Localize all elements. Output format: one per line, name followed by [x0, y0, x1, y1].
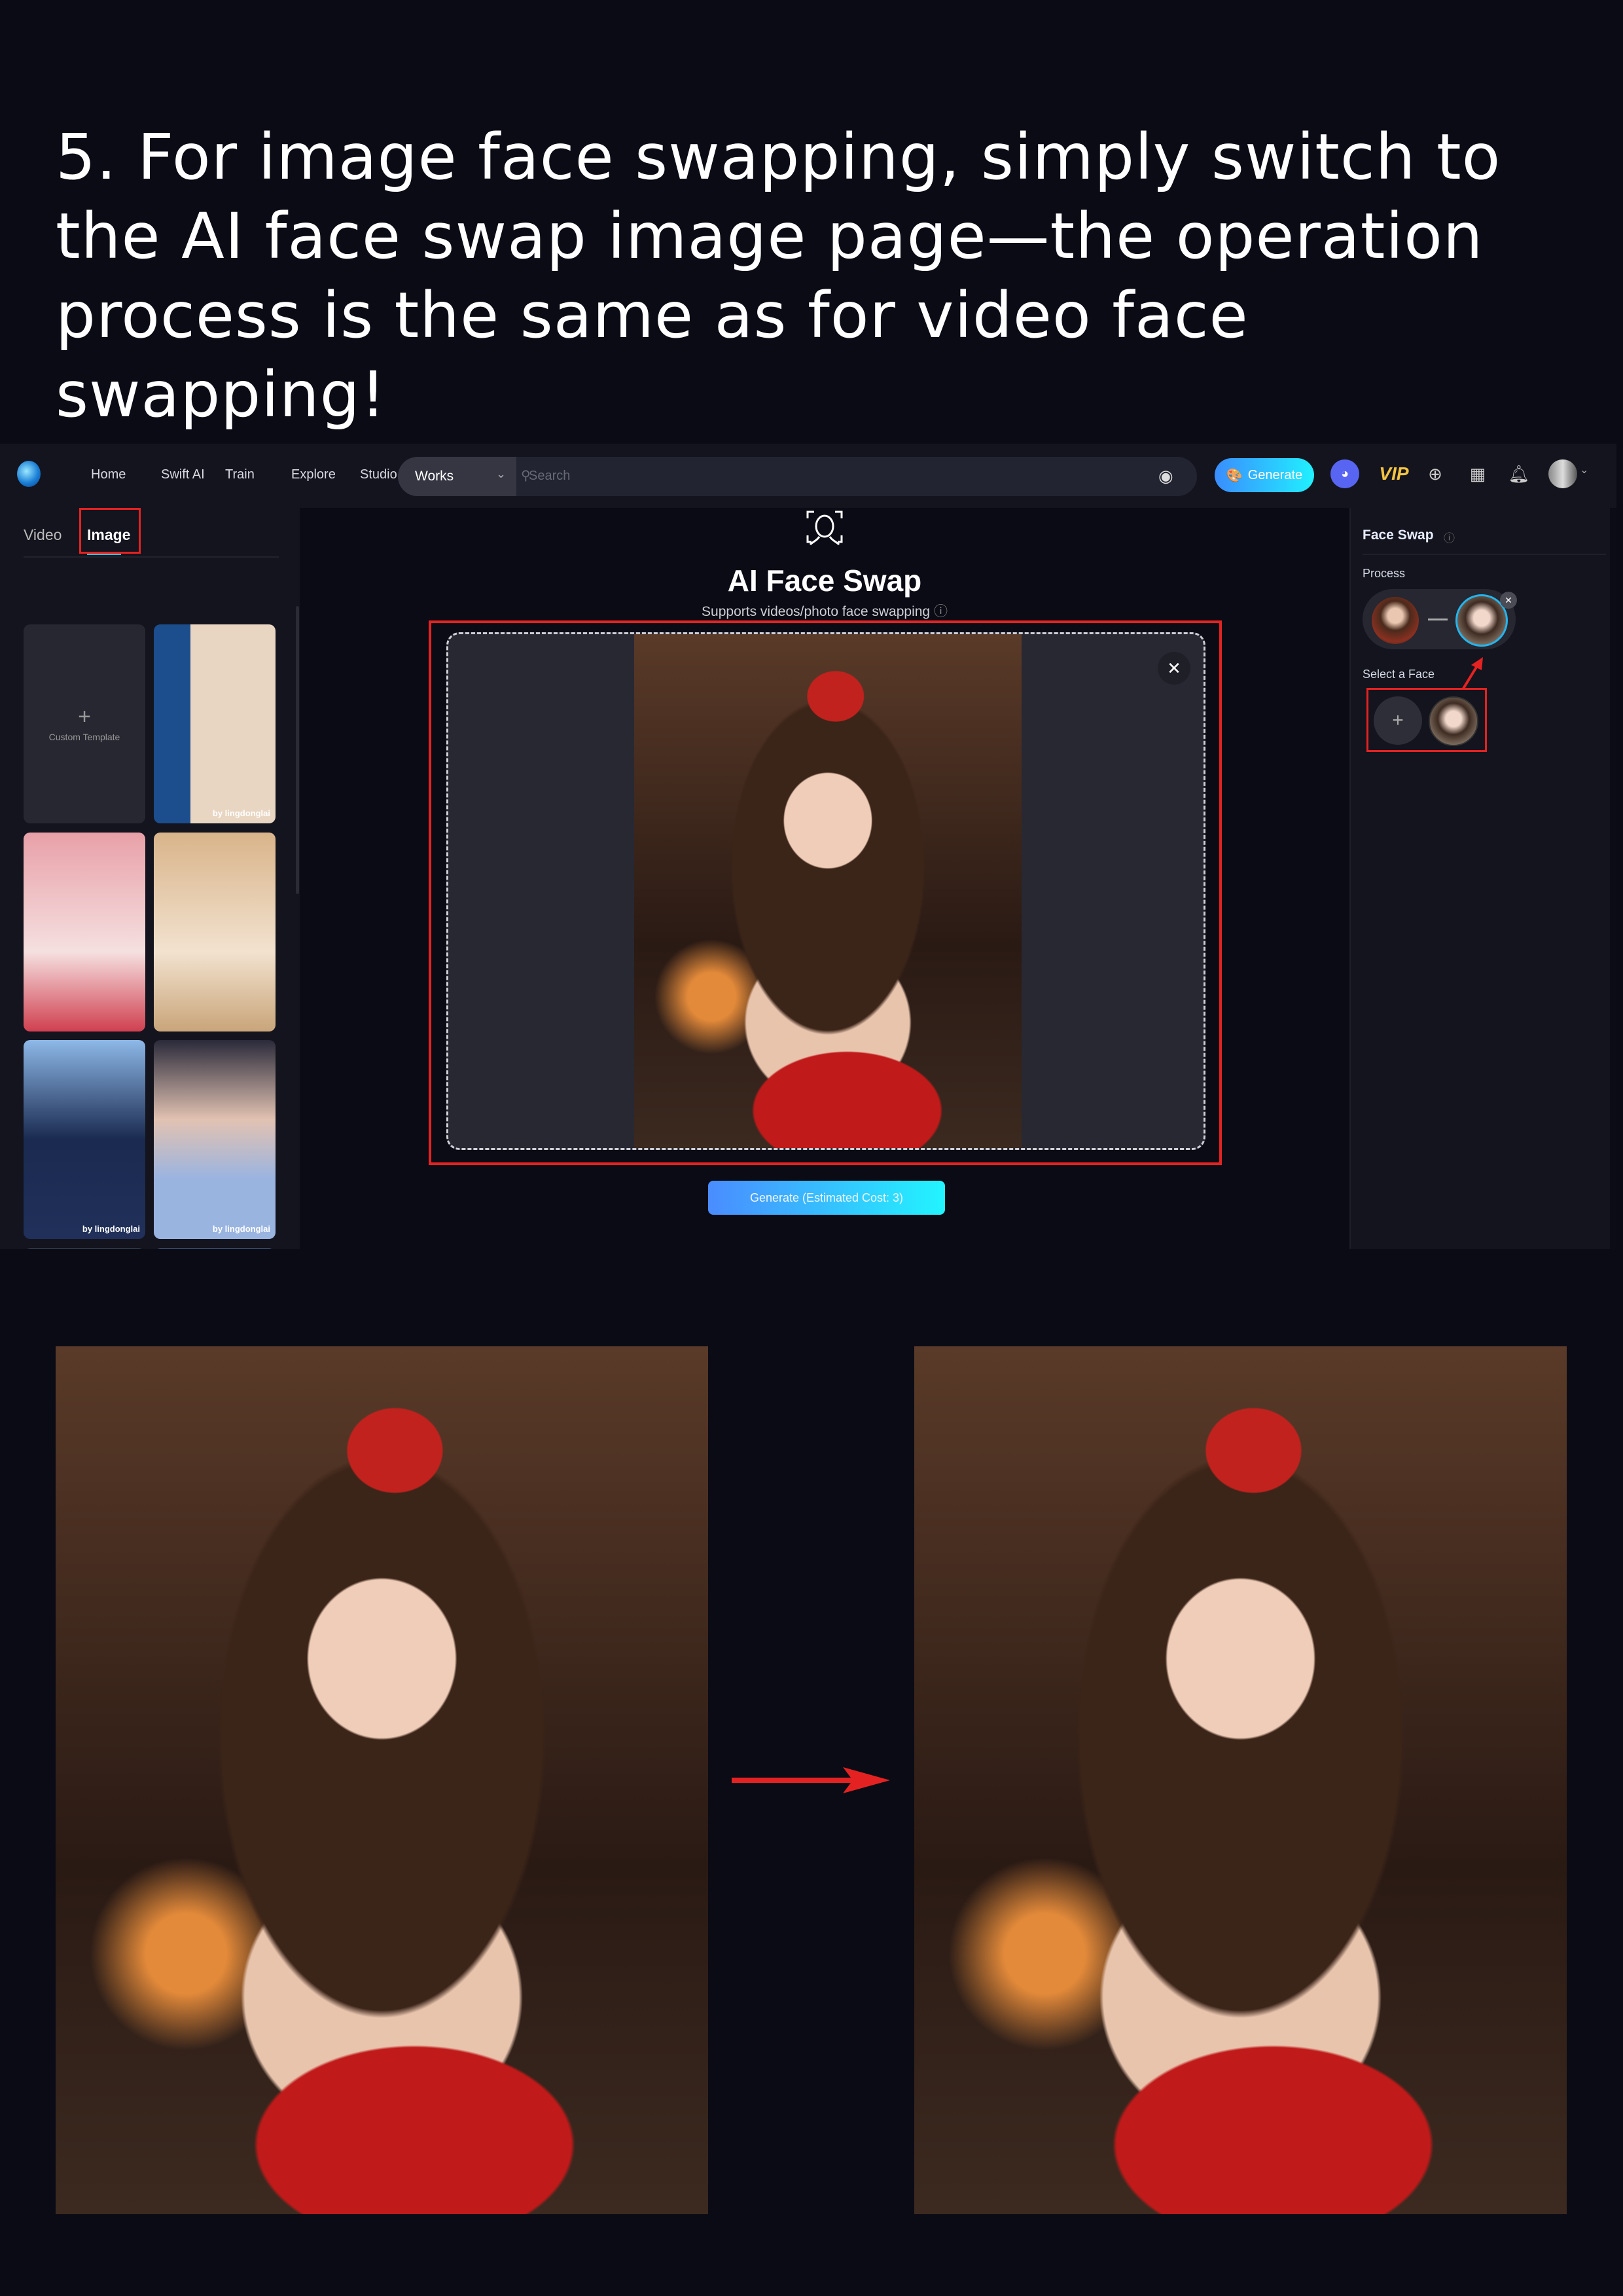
page-title: AI Face Swap [727, 564, 922, 598]
template-thumbnail[interactable]: by lingdonglai [154, 1040, 276, 1239]
search-scope-select[interactable]: Works ⌄ [398, 457, 516, 496]
palette-icon: 🎨 [1226, 468, 1243, 483]
nav-explore[interactable]: Explore [291, 467, 336, 482]
search-input[interactable]: Search [529, 469, 570, 484]
help-icon[interactable]: ⓘ [934, 604, 948, 619]
face-option[interactable] [1429, 696, 1478, 746]
remove-image-button[interactable]: ✕ [1158, 652, 1190, 685]
bell-icon[interactable]: 🔔︎ [1505, 459, 1533, 488]
thumbnail-credit: by lingdonglai [82, 1224, 140, 1234]
generate-nav-label: Generate [1247, 467, 1303, 482]
template-thumbnail[interactable] [154, 1248, 276, 1249]
thumbnail-credit: by lingdonglai [212, 808, 270, 818]
template-thumbnail[interactable]: by lingdonglai [154, 624, 276, 823]
main-workspace: AI Face Swap Supports videos/photo face … [300, 508, 1349, 1249]
generate-nav-button[interactable]: 🎨 Generate [1215, 458, 1314, 492]
source-face [1372, 597, 1419, 644]
after-photo [914, 1346, 1567, 2214]
red-arrow-icon [732, 1767, 890, 1793]
search-bar[interactable]: Works ⌄ ⚲ Search ◉ [398, 457, 1197, 496]
add-circle-icon[interactable]: ⊕ [1421, 459, 1450, 488]
face-scan-icon [806, 511, 843, 546]
top-nav: Home Swift AI Train Explore Studio Works… [0, 444, 1616, 508]
template-thumbnail[interactable] [24, 1248, 145, 1249]
upload-area[interactable]: ✕ [446, 632, 1205, 1150]
template-thumbnail[interactable] [24, 833, 145, 1031]
process-pill: ✕ [1363, 589, 1517, 649]
camera-icon[interactable]: ◉ [1158, 466, 1173, 486]
divider [24, 556, 279, 558]
page-subtitle: Supports videos/photo face swapping ⓘ [300, 601, 1349, 620]
custom-template-button[interactable]: + Custom Template [24, 624, 145, 823]
sidebar-scrollbar[interactable] [296, 606, 299, 894]
nav-home[interactable]: Home [91, 467, 126, 482]
avatar[interactable] [1548, 459, 1577, 488]
subtitle-text: Supports videos/photo face swapping [702, 604, 931, 619]
face-swap-panel: Face Swap ⓘ Process ✕ Select a Face + [1349, 508, 1610, 1249]
template-thumbnail[interactable] [154, 833, 276, 1031]
template-thumbnail[interactable]: by lingdonglai [24, 1040, 145, 1239]
nav-studio[interactable]: Studio [360, 467, 397, 482]
highlight-box: + [1366, 688, 1487, 752]
process-label: Process [1363, 567, 1406, 580]
vip-badge[interactable]: VIP [1376, 459, 1412, 488]
chevron-down-icon[interactable]: ⌄ [1580, 463, 1588, 476]
template-sidebar: Video Image + Custom Template by lingdon… [0, 508, 300, 1249]
plus-icon: + [78, 704, 91, 729]
thumbnail-credit: by lingdonglai [212, 1224, 270, 1234]
generate-button[interactable]: Generate (Estimated Cost: 3) [708, 1181, 945, 1215]
app-screenshot: Home Swift AI Train Explore Studio Works… [0, 444, 1616, 1249]
nav-train[interactable]: Train [225, 467, 255, 482]
headline: 5. For image face swapping, simply switc… [56, 120, 1501, 431]
discord-icon[interactable]: ◕ [1330, 459, 1359, 488]
logo-icon[interactable] [17, 461, 41, 487]
panel-title: Face Swap [1363, 528, 1434, 543]
apps-grid-icon[interactable]: ▦ [1463, 459, 1492, 488]
remove-face-button[interactable]: ✕ [1500, 592, 1517, 609]
nav-swift-ai[interactable]: Swift AI [161, 467, 205, 482]
add-face-button[interactable]: + [1374, 696, 1422, 745]
highlight-box [79, 508, 141, 554]
custom-template-label: Custom Template [48, 732, 120, 742]
uploaded-photo [634, 634, 1022, 1148]
tab-video[interactable]: Video [24, 526, 62, 544]
select-face-label: Select a Face [1363, 668, 1435, 681]
red-arrow-icon [1462, 657, 1483, 690]
search-scope-value: Works [415, 469, 454, 484]
before-photo [56, 1346, 708, 2214]
chevron-down-icon: ⌄ [496, 467, 507, 480]
help-icon[interactable]: ⓘ [1444, 529, 1455, 545]
divider [1363, 554, 1606, 555]
arrow-connector [1428, 619, 1448, 620]
